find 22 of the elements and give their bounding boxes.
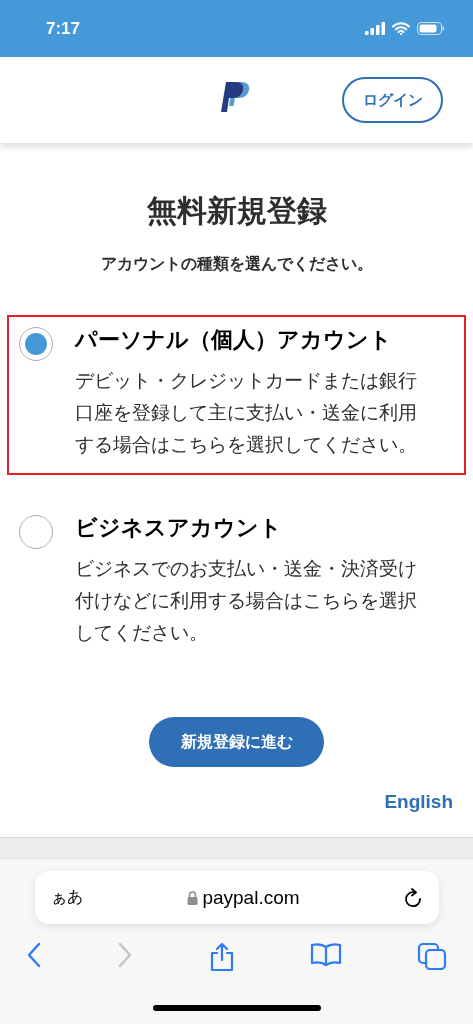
wifi-icon bbox=[392, 22, 410, 35]
option-description: ビジネスでのお支払い・送金・決済受け付けなどに利用する場合はこちらを選択してください。 bbox=[75, 557, 418, 645]
language-link[interactable]: English bbox=[384, 791, 453, 813]
signal-icon bbox=[365, 22, 385, 35]
lock-icon bbox=[187, 890, 199, 905]
status-time: 7:17 bbox=[46, 18, 81, 39]
continue-button[interactable]: 新規登録に進む bbox=[149, 717, 324, 767]
login-button[interactable]: ログイン bbox=[342, 77, 443, 123]
url-text: paypal.com bbox=[202, 886, 300, 909]
address-bar[interactable]: ぁあ paypal.com bbox=[34, 871, 439, 924]
battery-icon bbox=[417, 22, 445, 35]
page-title: 無料新規登録 bbox=[146, 192, 327, 230]
option-description: デビット・クレジットカードまたは銀行口座を登録して主に支払い・送金に利用する場合はこちらを選択してください。 bbox=[75, 369, 418, 457]
tabs-icon[interactable] bbox=[417, 942, 447, 972]
option-title: ビジネスアカウント bbox=[75, 514, 283, 542]
option-title: パーソナル（個人）アカウント bbox=[75, 326, 393, 354]
share-icon[interactable] bbox=[208, 942, 235, 972]
account-option[interactable]: パーソナル（個人）アカウント デビット・クレジットカードまたは銀行口座を登録して主に支払い・送金に利用する場合はこちらを選択してください。 bbox=[7, 315, 466, 475]
account-option[interactable]: ビジネスアカウント ビジネスでのお支払い・送金・決済受け付けなどに利用する場合はこちらを選択してください。 bbox=[7, 503, 466, 663]
text-size-button[interactable]: ぁあ bbox=[50, 887, 83, 908]
reload-icon[interactable] bbox=[404, 887, 423, 908]
subtitle: アカウントの種類を選んでください。 bbox=[100, 254, 373, 275]
